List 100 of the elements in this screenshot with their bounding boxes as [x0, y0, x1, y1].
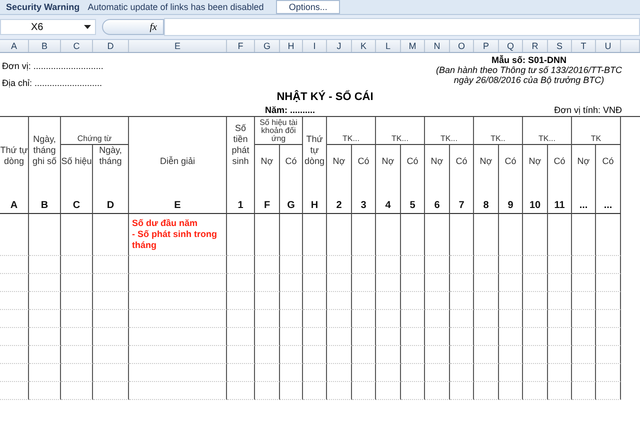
empty-cell[interactable] — [450, 292, 474, 310]
empty-cell[interactable] — [425, 274, 450, 292]
empty-cell[interactable] — [401, 292, 425, 310]
empty-cell[interactable] — [499, 382, 523, 400]
empty-cell[interactable] — [280, 292, 303, 310]
empty-cell[interactable] — [548, 274, 572, 292]
empty-cell[interactable] — [596, 346, 621, 364]
empty-cell[interactable] — [548, 364, 572, 382]
empty-cell[interactable] — [548, 382, 572, 400]
empty-cell[interactable] — [227, 292, 255, 310]
empty-cell[interactable] — [0, 256, 29, 274]
empty-cell[interactable] — [29, 256, 61, 274]
empty-cell[interactable] — [303, 256, 327, 274]
empty-cell[interactable] — [227, 328, 255, 346]
column-header[interactable]: B — [29, 40, 61, 52]
empty-cell[interactable] — [303, 382, 327, 400]
empty-cell[interactable] — [572, 274, 596, 292]
empty-cell[interactable] — [129, 364, 227, 382]
empty-cell[interactable] — [129, 310, 227, 328]
empty-cell[interactable] — [596, 256, 621, 274]
column-header[interactable]: I — [303, 40, 327, 52]
empty-cell[interactable] — [425, 346, 450, 364]
empty-cell[interactable] — [596, 292, 621, 310]
empty-cell[interactable] — [499, 328, 523, 346]
empty-cell[interactable] — [129, 274, 227, 292]
empty-cell[interactable] — [303, 310, 327, 328]
empty-cell[interactable] — [499, 274, 523, 292]
empty-cell[interactable] — [61, 214, 93, 256]
empty-cell[interactable] — [327, 346, 352, 364]
empty-cell[interactable] — [61, 256, 93, 274]
empty-cell[interactable] — [29, 364, 61, 382]
empty-cell[interactable] — [474, 274, 499, 292]
empty-cell[interactable] — [227, 310, 255, 328]
empty-cell[interactable] — [352, 310, 376, 328]
column-header[interactable]: F — [227, 40, 255, 52]
empty-cell[interactable] — [0, 382, 29, 400]
empty-cell[interactable] — [401, 328, 425, 346]
empty-cell[interactable] — [548, 214, 572, 256]
empty-cell[interactable] — [572, 364, 596, 382]
empty-cell[interactable] — [61, 310, 93, 328]
column-header[interactable]: M — [401, 40, 425, 52]
empty-cell[interactable] — [548, 310, 572, 328]
empty-cell[interactable] — [499, 310, 523, 328]
column-header[interactable]: A — [0, 40, 29, 52]
dropdown-caret-icon[interactable] — [84, 25, 91, 29]
empty-cell[interactable] — [0, 364, 29, 382]
empty-cell[interactable] — [327, 364, 352, 382]
empty-cell[interactable] — [425, 328, 450, 346]
empty-cell[interactable] — [255, 274, 280, 292]
empty-cell[interactable] — [523, 310, 548, 328]
empty-cell[interactable] — [327, 274, 352, 292]
empty-cell[interactable] — [450, 310, 474, 328]
empty-cell[interactable] — [401, 346, 425, 364]
column-header[interactable]: L — [376, 40, 401, 52]
column-header[interactable]: G — [255, 40, 280, 52]
empty-cell[interactable] — [129, 328, 227, 346]
empty-cell[interactable] — [474, 328, 499, 346]
empty-cell[interactable] — [29, 214, 61, 256]
empty-cell[interactable] — [450, 256, 474, 274]
empty-cell[interactable] — [280, 364, 303, 382]
empty-cell[interactable] — [327, 328, 352, 346]
empty-cell[interactable] — [227, 382, 255, 400]
empty-cell[interactable] — [255, 382, 280, 400]
empty-cell[interactable] — [352, 214, 376, 256]
empty-cell[interactable] — [93, 274, 129, 292]
empty-cell[interactable] — [548, 328, 572, 346]
empty-cell[interactable] — [61, 346, 93, 364]
empty-cell[interactable] — [499, 256, 523, 274]
empty-cell[interactable] — [61, 328, 93, 346]
empty-cell[interactable] — [376, 328, 401, 346]
empty-cell[interactable] — [425, 382, 450, 400]
empty-cell[interactable] — [129, 256, 227, 274]
empty-cell[interactable] — [303, 274, 327, 292]
empty-cell[interactable] — [523, 328, 548, 346]
empty-cell[interactable] — [29, 274, 61, 292]
empty-cell[interactable] — [0, 214, 29, 256]
empty-cell[interactable] — [499, 214, 523, 256]
empty-cell[interactable] — [227, 364, 255, 382]
empty-cell[interactable] — [450, 328, 474, 346]
empty-cell[interactable] — [376, 346, 401, 364]
empty-cell[interactable] — [376, 292, 401, 310]
empty-cell[interactable] — [596, 214, 621, 256]
empty-cell[interactable] — [474, 382, 499, 400]
empty-cell[interactable] — [572, 256, 596, 274]
empty-cell[interactable] — [523, 274, 548, 292]
empty-cell[interactable] — [352, 256, 376, 274]
column-header[interactable]: O — [450, 40, 474, 52]
empty-cell[interactable] — [280, 214, 303, 256]
column-header[interactable]: S — [548, 40, 572, 52]
empty-cell[interactable] — [523, 292, 548, 310]
empty-cell[interactable] — [303, 346, 327, 364]
empty-cell[interactable] — [29, 310, 61, 328]
empty-cell[interactable] — [0, 328, 29, 346]
empty-cell[interactable] — [596, 274, 621, 292]
empty-cell[interactable] — [255, 310, 280, 328]
empty-cell[interactable] — [29, 328, 61, 346]
empty-cell[interactable] — [280, 274, 303, 292]
empty-cell[interactable] — [376, 274, 401, 292]
empty-cell[interactable] — [572, 328, 596, 346]
empty-cell[interactable] — [450, 364, 474, 382]
